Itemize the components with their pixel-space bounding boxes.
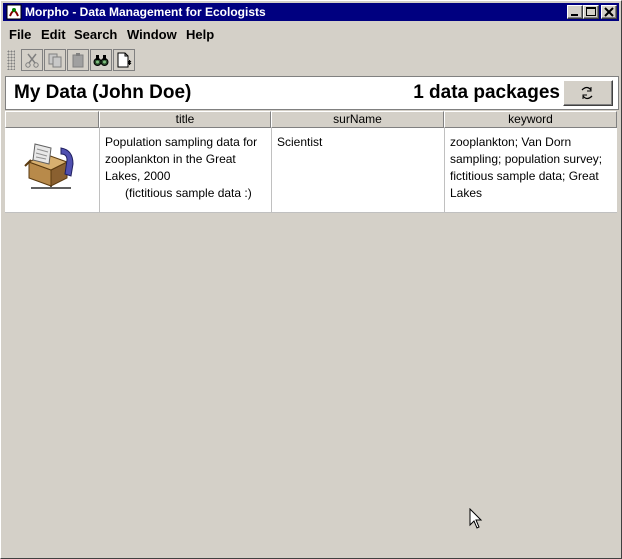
surname-cell[interactable]: Scientist	[272, 128, 445, 213]
refresh-icon	[581, 86, 593, 100]
menu-search[interactable]: Search	[74, 27, 117, 42]
minimize-icon	[571, 14, 578, 16]
menu-help[interactable]: Help	[186, 27, 214, 42]
paste-button[interactable]	[67, 49, 89, 71]
toolbar	[3, 48, 619, 74]
copy-button[interactable]	[44, 49, 66, 71]
icon-cell[interactable]	[5, 128, 100, 213]
close-icon	[604, 7, 614, 17]
main-window: Morpho - Data Management for Ecologists …	[0, 0, 622, 559]
column-header-keyword[interactable]: keyword	[444, 111, 617, 128]
close-button[interactable]	[601, 5, 617, 19]
menu-bar: File Edit Search Window Help	[3, 23, 619, 45]
new-document-icon	[117, 52, 132, 68]
column-header-icon[interactable]	[5, 111, 99, 128]
cut-button[interactable]	[21, 49, 43, 71]
column-header-title[interactable]: title	[99, 111, 271, 128]
my-data-header: My Data (John Doe) 1 data packages	[5, 76, 619, 110]
new-document-button[interactable]	[113, 49, 135, 71]
menu-window[interactable]: Window	[127, 27, 177, 42]
minimize-button[interactable]	[567, 5, 583, 19]
paste-icon	[72, 53, 84, 68]
keyword-cell[interactable]: zooplankton; Van Dorn sampling; populati…	[445, 128, 617, 213]
data-package-icon	[24, 143, 74, 189]
toolbar-grip[interactable]	[7, 50, 15, 70]
table-row[interactable]: Population sampling data for zooplankton…	[5, 128, 617, 213]
package-keywords: zooplankton; Van Dorn sampling; populati…	[450, 135, 606, 200]
maximize-icon	[586, 7, 596, 16]
refresh-button[interactable]	[563, 80, 613, 106]
data-packages-table: title surName keyword Population samplin…	[5, 111, 617, 557]
morpho-app-icon	[6, 4, 22, 20]
package-surname: Scientist	[277, 135, 323, 149]
search-button[interactable]	[90, 49, 112, 71]
mouse-cursor-icon	[469, 508, 483, 529]
package-count: 1 data packages	[413, 82, 560, 103]
package-title: Population sampling data for zooplankton…	[105, 135, 258, 200]
maximize-button[interactable]	[583, 5, 599, 19]
cut-icon	[25, 53, 39, 68]
column-header-surname[interactable]: surName	[271, 111, 444, 128]
table-header: title surName keyword	[5, 111, 617, 128]
window-title: Morpho - Data Management for Ecologists	[25, 5, 266, 19]
search-binoculars-icon	[93, 55, 109, 66]
title-cell[interactable]: Population sampling data for zooplankton…	[100, 128, 272, 213]
page-title: My Data (John Doe)	[14, 82, 192, 103]
menu-file[interactable]: File	[9, 27, 31, 42]
menu-edit[interactable]: Edit	[41, 27, 66, 42]
title-bar[interactable]: Morpho - Data Management for Ecologists	[3, 3, 619, 21]
copy-icon	[48, 53, 62, 68]
